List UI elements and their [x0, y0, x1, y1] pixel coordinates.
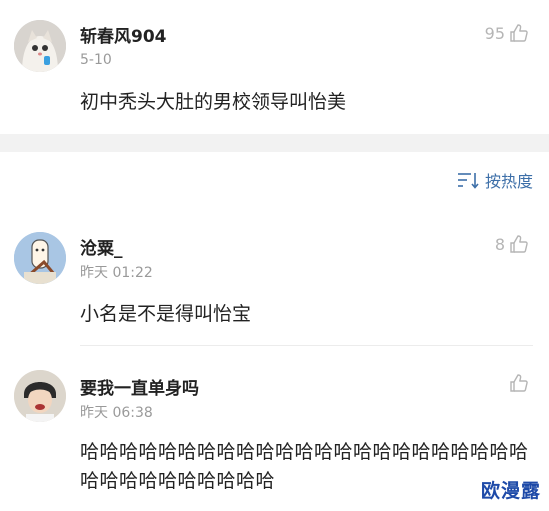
section-divider	[0, 134, 549, 152]
like-button[interactable]	[505, 372, 529, 394]
cat-avatar-icon	[14, 20, 66, 72]
like-count: 8	[494, 234, 505, 254]
sort-icon	[457, 173, 479, 189]
avatar[interactable]	[14, 232, 66, 284]
like-button[interactable]: 95	[485, 22, 529, 44]
comment-time: 昨天 01:22	[80, 265, 153, 281]
comment-text: 哈哈哈哈哈哈哈哈哈哈哈哈哈哈哈哈哈哈哈哈哈哈哈哈哈哈哈哈哈哈哈哈哈	[80, 441, 529, 492]
thumbs-up-icon	[510, 24, 528, 42]
username[interactable]: 要我一直单身吗	[80, 374, 199, 399]
thumbs-up-icon	[510, 235, 528, 253]
sort-button[interactable]: 按热度	[457, 168, 533, 192]
comment-text: 初中秃头大肚的男校领导叫怡美	[80, 91, 347, 113]
username[interactable]: 斩春风904	[80, 22, 167, 47]
comment-time: 昨天 06:38	[80, 405, 153, 421]
avatar[interactable]	[14, 20, 66, 72]
username[interactable]: 沧粟_	[80, 234, 123, 259]
avatar[interactable]	[14, 370, 66, 422]
watermark: 欧漫露	[480, 480, 541, 502]
comment-item: 斩春风904 5-10 95 初中秃头大肚的男校领导叫怡美	[0, 0, 549, 132]
like-button[interactable]: 8	[495, 233, 529, 255]
like-count: 95	[484, 23, 505, 43]
comment-item: 要我一直单身吗 昨天 06:38 哈哈哈哈哈哈哈哈哈哈哈哈哈哈哈哈哈哈哈哈哈哈哈…	[0, 352, 549, 511]
cartoon-avatar-icon	[14, 232, 66, 284]
thumbs-up-icon	[510, 374, 528, 392]
comment-divider	[80, 345, 533, 346]
sort-bar: 按热度	[0, 152, 549, 204]
comment-item: 沧粟_ 昨天 01:22 8 小名是不是得叫怡宝	[0, 218, 549, 346]
comment-date: 5-10	[80, 52, 112, 68]
person-avatar-icon	[14, 370, 66, 422]
sort-label: 按热度	[484, 172, 533, 191]
comment-text: 小名是不是得叫怡宝	[80, 303, 252, 325]
